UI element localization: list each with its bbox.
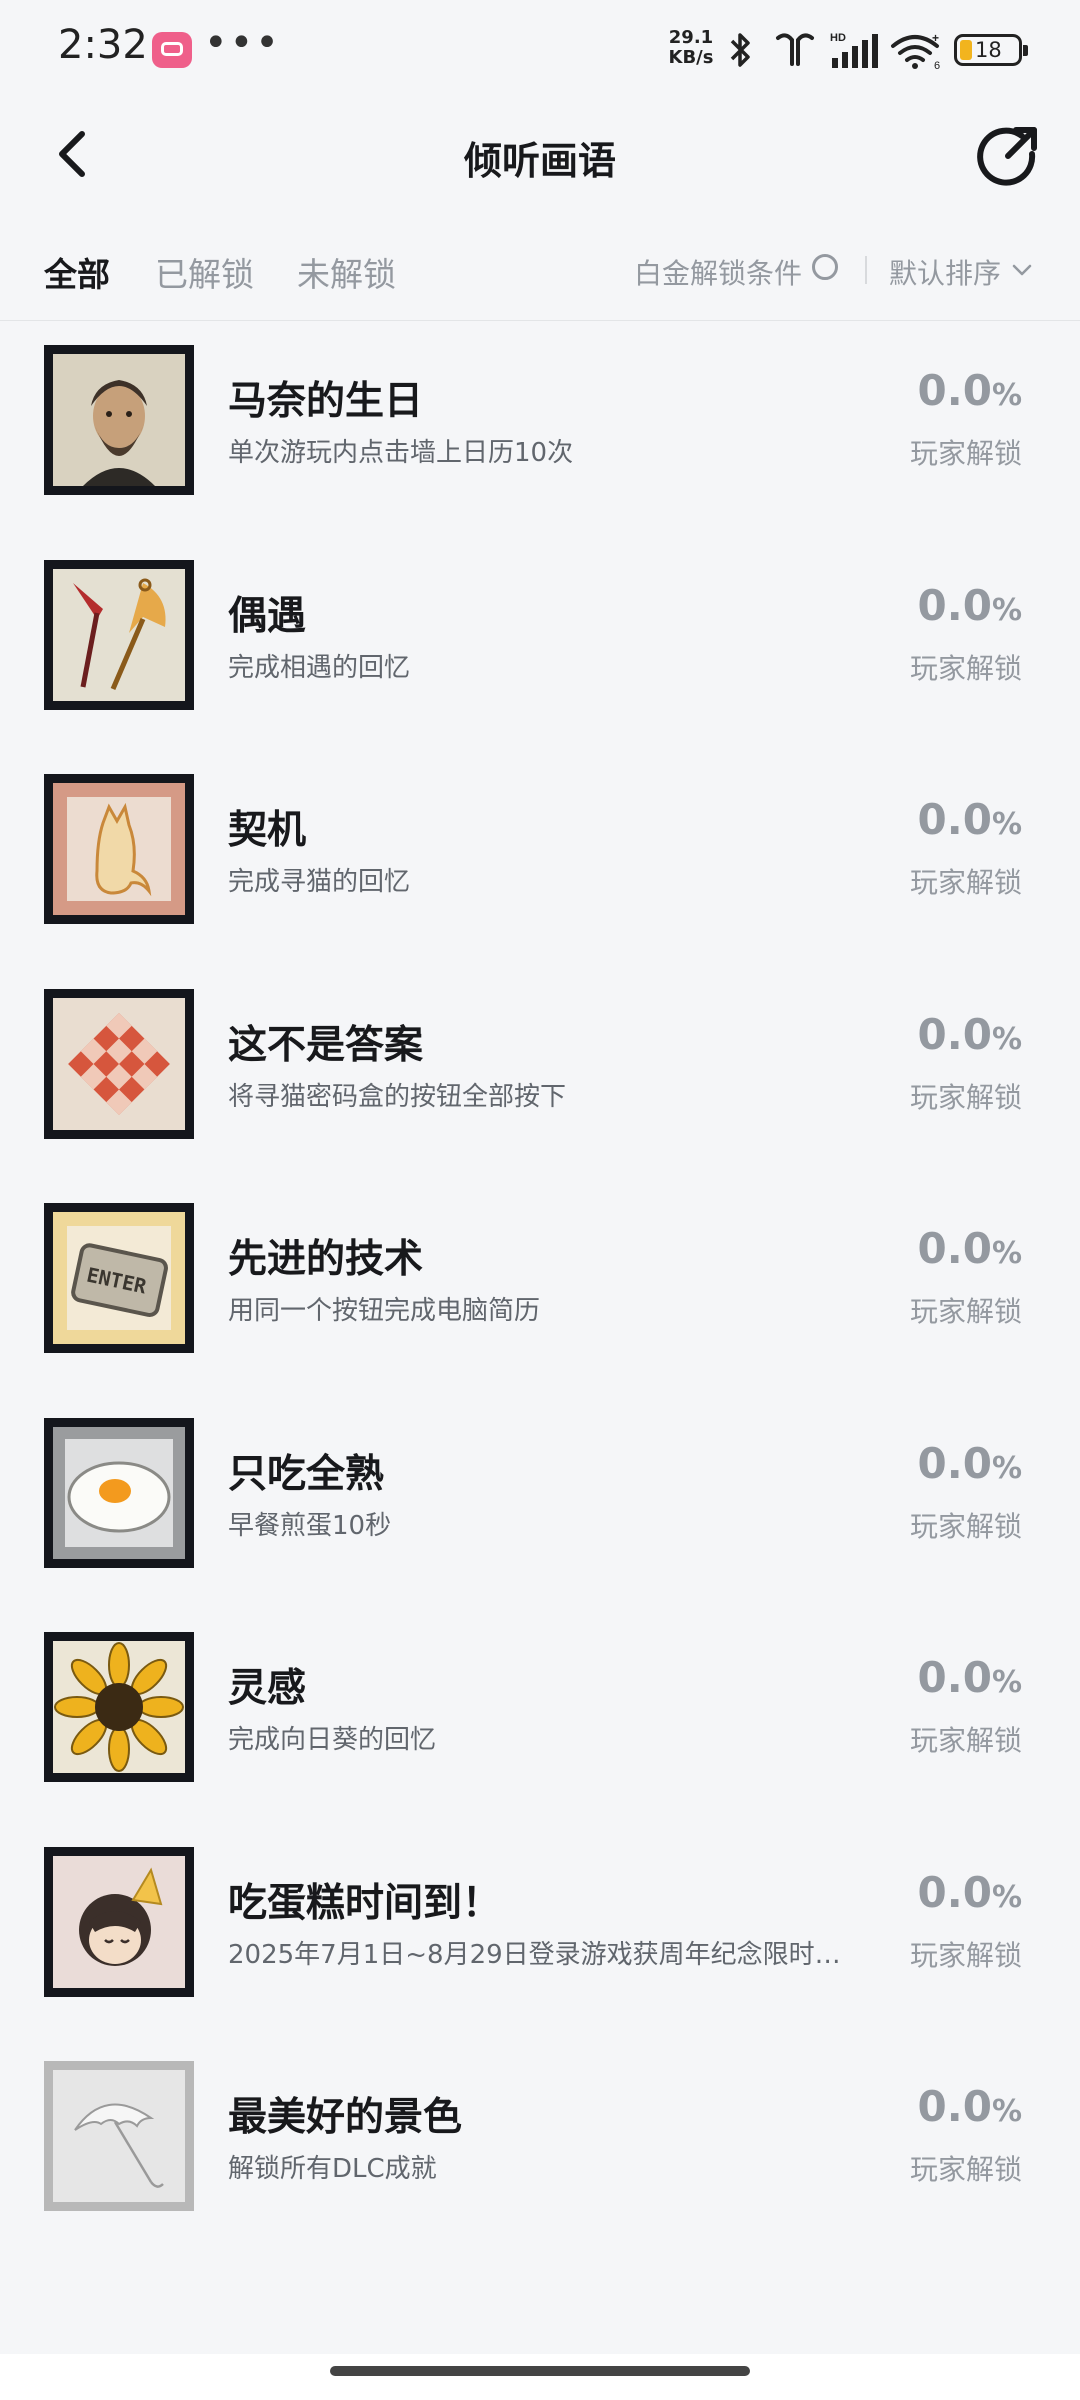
achievement-title: 吃蛋糕时间到！ (228, 1880, 502, 1926)
achievement-desc: 单次游玩内点击墙上日历10次 (228, 438, 574, 468)
unlock-label: 玩家解锁 (909, 1080, 1022, 1114)
unlock-percent: 0.0% (917, 580, 1022, 630)
home-indicator[interactable] (330, 2366, 750, 2376)
tab-unlocked[interactable]: 已解锁 (155, 248, 254, 296)
battery-icon: 18 (954, 34, 1028, 66)
list-item[interactable]: 偶遇 完成相遇的回忆 0.0% 玩家解锁 (0, 537, 1080, 752)
list-item[interactable]: 最美好的景色 解锁所有DLC成就 0.0% 玩家解锁 (0, 2038, 1080, 2253)
tab-all[interactable]: 全部 (44, 248, 110, 296)
list-item[interactable]: 马奈的生日 单次游玩内点击墙上日历10次 0.0% 玩家解锁 (0, 322, 1080, 537)
unlock-percent: 0.0% (917, 1009, 1022, 1059)
cat-icon (44, 774, 194, 924)
unlock-percent: 0.0% (917, 1224, 1022, 1273)
chevron-down-icon[interactable] (1012, 260, 1032, 280)
fried-egg-icon (44, 1417, 194, 1568)
more-dots-icon: ••• (204, 20, 281, 66)
achievement-title: 最美好的景色 (228, 2095, 463, 2140)
network-speed-unit: KB/s (668, 47, 714, 68)
achievement-desc: 早餐煎蛋10秒 (228, 1510, 392, 1541)
achievement-desc: 解锁所有DLC成就 (228, 2154, 437, 2184)
unlock-label: 玩家解锁 (909, 437, 1022, 470)
network-speed: 29.1 KB/s (668, 28, 714, 68)
achievement-title: 先进的技术 (228, 1237, 424, 1282)
unlock-percent: 0.0% (917, 1867, 1022, 1917)
status-time: 2:32 (58, 22, 148, 68)
header: 倾听画语 (0, 100, 1080, 210)
share-button[interactable] (976, 124, 1040, 188)
filter-bar: 全部 已解锁 未解锁 白金解锁条件 默认排序 (0, 230, 1080, 321)
status-bar: 2:32 ••• 29.1 KB/s HD + 6 18 (0, 0, 1080, 100)
sort-dropdown[interactable]: 默认排序 (889, 252, 1001, 292)
unlock-label: 玩家解锁 (909, 651, 1022, 685)
network-speed-value: 29.1 (668, 27, 714, 48)
achievement-title: 只吃全熟 (228, 1451, 385, 1497)
achievement-title: 契机 (228, 808, 307, 853)
earbuds-icon (776, 33, 814, 66)
umbrellas-icon (44, 559, 194, 710)
unlock-label: 玩家解锁 (909, 1938, 1022, 1972)
achievement-desc: 2025年7月1日~8月29日登录游戏获周年纪念限时… (228, 1939, 841, 1970)
achievement-desc: 将寻猫密码盒的按钮全部按下 (228, 1081, 567, 1112)
list-item[interactable]: ENTER 先进的技术 用同一个按钮完成电脑简历 0.0% 玩家解锁 (0, 1180, 1080, 1395)
unlock-percent: 0.0% (917, 1653, 1022, 1702)
tab-locked[interactable]: 未解锁 (297, 248, 396, 296)
unlock-percent: 0.0% (917, 2082, 1022, 2131)
sunflower-icon (44, 1632, 194, 1782)
list-item[interactable]: 吃蛋糕时间到！ 2025年7月1日~8月29日登录游戏获周年纪念限时… 0.0%… (0, 1824, 1080, 2039)
achievement-title: 灵感 (228, 1666, 307, 1711)
umbrella-sketch-icon (44, 2061, 194, 2211)
platinum-condition-radio[interactable] (812, 254, 838, 280)
unlock-percent: 0.0% (917, 1438, 1022, 1488)
platinum-condition-label[interactable]: 白金解锁条件 (634, 252, 802, 292)
achievement-title: 这不是答案 (228, 1022, 424, 1068)
button-grid-icon (44, 988, 194, 1139)
portrait-icon (44, 345, 194, 495)
battery-level: 18 (975, 38, 1002, 62)
page-title: 倾听画语 (463, 139, 616, 183)
svg-text:HD: HD (830, 32, 846, 44)
unlock-label: 玩家解锁 (909, 1724, 1022, 1757)
bottom-nav-area (0, 2354, 1080, 2400)
enter-key-icon: ENTER (44, 1203, 194, 1353)
unlock-percent: 0.0% (917, 366, 1022, 415)
party-character-icon (44, 1846, 194, 1997)
list-item[interactable]: 只吃全熟 早餐煎蛋10秒 0.0% 玩家解锁 (0, 1395, 1080, 1610)
achievement-list: 马奈的生日 单次游玩内点击墙上日历10次 0.0% 玩家解锁 偶遇 完成相遇的回… (0, 322, 1080, 2253)
wifi-icon: + 6 (891, 31, 940, 70)
list-item[interactable]: 这不是答案 将寻猫密码盒的按钮全部按下 0.0% 玩家解锁 (0, 966, 1080, 1181)
achievement-desc: 用同一个按钮完成电脑简历 (228, 1296, 541, 1326)
svg-text:+: + (932, 31, 939, 45)
achievement-desc: 完成向日葵的回忆 (228, 1725, 437, 1755)
filter-divider (865, 256, 867, 284)
hd-signal-icon: HD (830, 32, 878, 68)
unlock-label: 玩家解锁 (909, 1509, 1022, 1543)
achievement-desc: 完成相遇的回忆 (228, 652, 411, 683)
unlock-label: 玩家解锁 (909, 1295, 1022, 1328)
list-item[interactable]: 灵感 完成向日葵的回忆 0.0% 玩家解锁 (0, 1609, 1080, 1824)
svg-text:6: 6 (934, 60, 940, 70)
achievement-desc: 完成寻猫的回忆 (228, 867, 411, 897)
app-badge-icon (152, 32, 192, 68)
achievement-title: 偶遇 (228, 593, 307, 639)
unlock-label: 玩家解锁 (909, 2153, 1022, 2186)
list-item[interactable]: 契机 完成寻猫的回忆 0.0% 玩家解锁 (0, 751, 1080, 966)
unlock-percent: 0.0% (917, 795, 1022, 844)
achievement-title: 马奈的生日 (228, 379, 424, 424)
bluetooth-icon (730, 33, 750, 67)
unlock-label: 玩家解锁 (909, 866, 1022, 899)
